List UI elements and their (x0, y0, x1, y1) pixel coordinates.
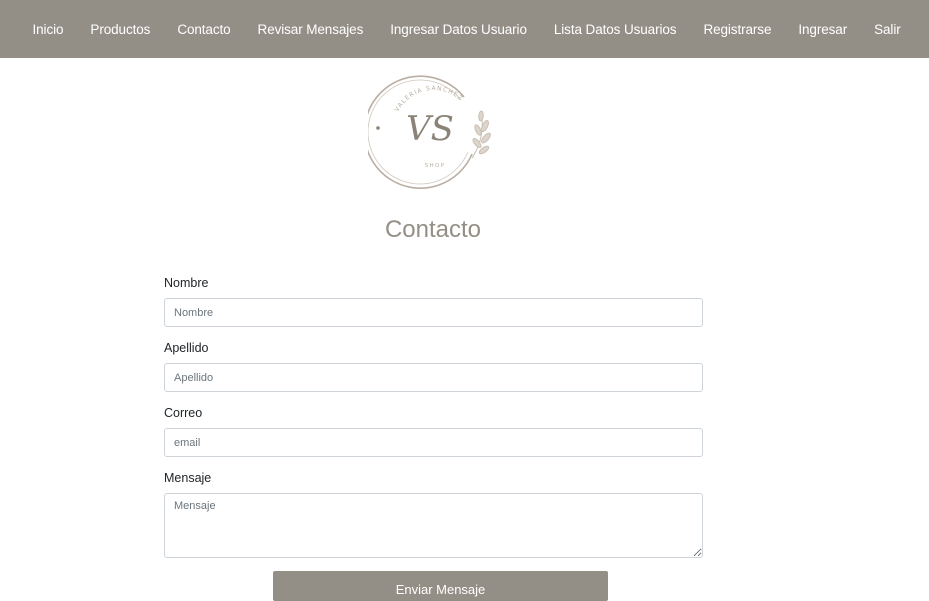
mensaje-label: Mensaje (164, 471, 212, 485)
nav-link-lista-datos-usuarios[interactable]: Lista Datos Usuarios (540, 22, 690, 37)
nav-link-ingresar[interactable]: Ingresar (785, 22, 861, 37)
logo-monogram: VS (406, 109, 454, 149)
nav-link-inicio[interactable]: Inicio (19, 22, 77, 37)
brand-logo-graphic: VALERIA SANCHEZ VS SHOP (363, 75, 491, 189)
leaf-icon (471, 110, 491, 159)
nav-link-productos[interactable]: Productos (77, 22, 164, 37)
nav-link-ingresar-datos-usuario[interactable]: Ingresar Datos Usuario (377, 22, 541, 37)
nav-link-registrarse[interactable]: Registrarse (690, 22, 785, 37)
contact-form: Nombre Apellido Correo Mensaje (164, 275, 703, 558)
apellido-label: Apellido (164, 341, 209, 355)
nav-link-contacto[interactable]: Contacto (164, 22, 244, 37)
nombre-label: Nombre (164, 276, 209, 290)
top-navbar: Inicio Productos Contacto Revisar Mensaj… (0, 0, 929, 58)
send-message-button[interactable]: Enviar Mensaje (273, 571, 608, 601)
logo-dot (376, 126, 380, 130)
brand-logo: VALERIA SANCHEZ VS SHOP (363, 66, 498, 192)
nav-link-revisar-mensajes[interactable]: Revisar Mensajes (244, 22, 377, 37)
page-title: Contacto (384, 216, 482, 243)
apellido-input[interactable] (164, 363, 703, 392)
email-field[interactable] (164, 428, 703, 457)
nav-link-salir[interactable]: Salir (861, 22, 915, 37)
nombre-input[interactable] (164, 298, 703, 327)
logo-subtext: SHOP (425, 163, 446, 169)
correo-label: Correo (164, 406, 203, 420)
mensaje-textarea[interactable] (164, 493, 703, 558)
